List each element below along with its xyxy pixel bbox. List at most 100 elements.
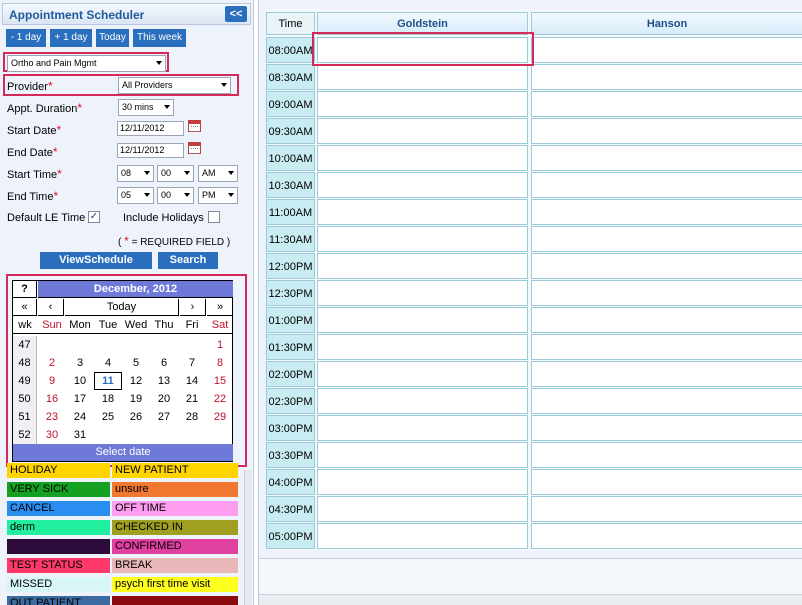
calendar-day[interactable]: 31 [66, 426, 94, 444]
start-ampm-select[interactable]: AM [198, 165, 238, 182]
minus-one-day-button[interactable]: - 1 day [6, 29, 46, 47]
calendar-today-button[interactable]: Today [65, 299, 179, 316]
provider-header-hanson[interactable]: Hanson [531, 12, 802, 35]
hanson-slot[interactable] [531, 226, 802, 252]
calendar-day[interactable]: 1 [206, 336, 234, 354]
search-button[interactable]: Search [158, 252, 218, 269]
calendar-day[interactable]: 4 [94, 354, 122, 372]
this-week-button[interactable]: This week [133, 29, 186, 47]
calendar-day[interactable]: 7 [178, 354, 206, 372]
goldstein-slot[interactable] [317, 496, 528, 522]
hanson-slot[interactable] [531, 145, 802, 171]
end-hour-select[interactable]: 05 [117, 187, 154, 204]
hanson-slot[interactable] [531, 334, 802, 360]
hanson-slot[interactable] [531, 496, 802, 522]
calendar-icon[interactable] [188, 120, 201, 132]
calendar-day[interactable]: 19 [122, 390, 150, 408]
calendar-day[interactable]: 21 [178, 390, 206, 408]
goldstein-slot[interactable] [317, 469, 528, 495]
goldstein-slot[interactable] [317, 523, 528, 549]
hanson-slot[interactable] [531, 388, 802, 414]
hanson-slot[interactable] [531, 253, 802, 279]
hanson-slot[interactable] [531, 199, 802, 225]
calendar-day[interactable]: 17 [66, 390, 94, 408]
facility-select[interactable]: Ortho and Pain Mgmt [7, 55, 166, 72]
schedule-horizontal-scrollbar[interactable] [259, 594, 802, 605]
calendar-day[interactable]: 25 [94, 408, 122, 426]
provider-select[interactable]: All Providers [118, 77, 231, 94]
hanson-slot[interactable] [531, 307, 802, 333]
goldstein-slot[interactable] [317, 415, 528, 441]
hanson-slot[interactable] [531, 91, 802, 117]
hanson-slot[interactable] [531, 523, 802, 549]
next-year-button[interactable]: » [207, 299, 233, 316]
start-minute-select[interactable]: 00 [157, 165, 194, 182]
calendar-day[interactable]: 11 [94, 372, 122, 390]
view-schedule-button[interactable]: ViewSchedule [40, 252, 152, 269]
goldstein-slot[interactable] [317, 334, 528, 360]
calendar-day[interactable]: 9 [38, 372, 66, 390]
prev-year-button[interactable]: « [13, 299, 37, 316]
calendar-day[interactable]: 27 [150, 408, 178, 426]
calendar-day[interactable]: 3 [66, 354, 94, 372]
goldstein-slot[interactable] [317, 388, 528, 414]
plus-one-day-button[interactable]: + 1 day [50, 29, 92, 47]
hanson-slot[interactable] [531, 118, 802, 144]
goldstein-slot[interactable] [317, 280, 528, 306]
sidebar-scrollbar[interactable] [244, 470, 252, 605]
hanson-slot[interactable] [531, 64, 802, 90]
duration-select[interactable]: 30 mins [118, 99, 174, 116]
goldstein-slot[interactable] [317, 442, 528, 468]
calendar-day[interactable]: 29 [206, 408, 234, 426]
calendar-day[interactable]: 8 [206, 354, 234, 372]
calendar-day[interactable]: 10 [66, 372, 94, 390]
end-minute-select[interactable]: 00 [157, 187, 194, 204]
hanson-slot[interactable] [531, 172, 802, 198]
select-date-button[interactable]: Select date [13, 444, 233, 461]
calendar-day[interactable]: 2 [38, 354, 66, 372]
start-date-input[interactable]: 12/11/2012 [117, 121, 184, 136]
hanson-slot[interactable] [531, 37, 802, 63]
calendar-day[interactable]: 16 [38, 390, 66, 408]
end-date-input[interactable]: 12/11/2012 [117, 143, 184, 158]
calendar-day[interactable]: 18 [94, 390, 122, 408]
collapse-button[interactable]: << [225, 6, 247, 22]
include-holidays-checkbox[interactable] [208, 211, 220, 223]
calendar-day[interactable]: 30 [38, 426, 66, 444]
calendar-day[interactable]: 6 [150, 354, 178, 372]
goldstein-slot[interactable] [317, 64, 528, 90]
calendar-day[interactable]: 28 [178, 408, 206, 426]
goldstein-slot[interactable] [317, 172, 528, 198]
today-button[interactable]: Today [96, 29, 129, 47]
calendar-day[interactable]: 26 [122, 408, 150, 426]
hanson-slot[interactable] [531, 280, 802, 306]
hanson-slot[interactable] [531, 361, 802, 387]
calendar-day[interactable]: 15 [206, 372, 234, 390]
calendar-day[interactable]: 12 [122, 372, 150, 390]
end-ampm-select[interactable]: PM [198, 187, 238, 204]
calendar-day[interactable]: 5 [122, 354, 150, 372]
default-le-checkbox[interactable]: ✓ [88, 211, 100, 223]
goldstein-slot[interactable] [317, 199, 528, 225]
goldstein-slot[interactable] [317, 307, 528, 333]
goldstein-slot[interactable] [317, 253, 528, 279]
start-hour-select[interactable]: 08 [117, 165, 154, 182]
goldstein-slot[interactable] [317, 118, 528, 144]
hanson-slot[interactable] [531, 442, 802, 468]
calendar-day[interactable]: 13 [150, 372, 178, 390]
calendar-icon[interactable] [188, 142, 201, 154]
calendar-help-button[interactable]: ? [13, 281, 37, 298]
prev-month-button[interactable]: ‹ [38, 299, 64, 316]
calendar-day[interactable]: 20 [150, 390, 178, 408]
goldstein-slot[interactable] [317, 361, 528, 387]
hanson-slot[interactable] [531, 469, 802, 495]
calendar-day[interactable]: 23 [38, 408, 66, 426]
calendar-day[interactable]: 14 [178, 372, 206, 390]
goldstein-slot[interactable] [317, 145, 528, 171]
calendar-day[interactable]: 24 [66, 408, 94, 426]
hanson-slot[interactable] [531, 415, 802, 441]
calendar-day[interactable]: 22 [206, 390, 234, 408]
next-month-button[interactable]: › [180, 299, 206, 316]
goldstein-slot[interactable] [317, 226, 528, 252]
goldstein-slot[interactable] [317, 91, 528, 117]
